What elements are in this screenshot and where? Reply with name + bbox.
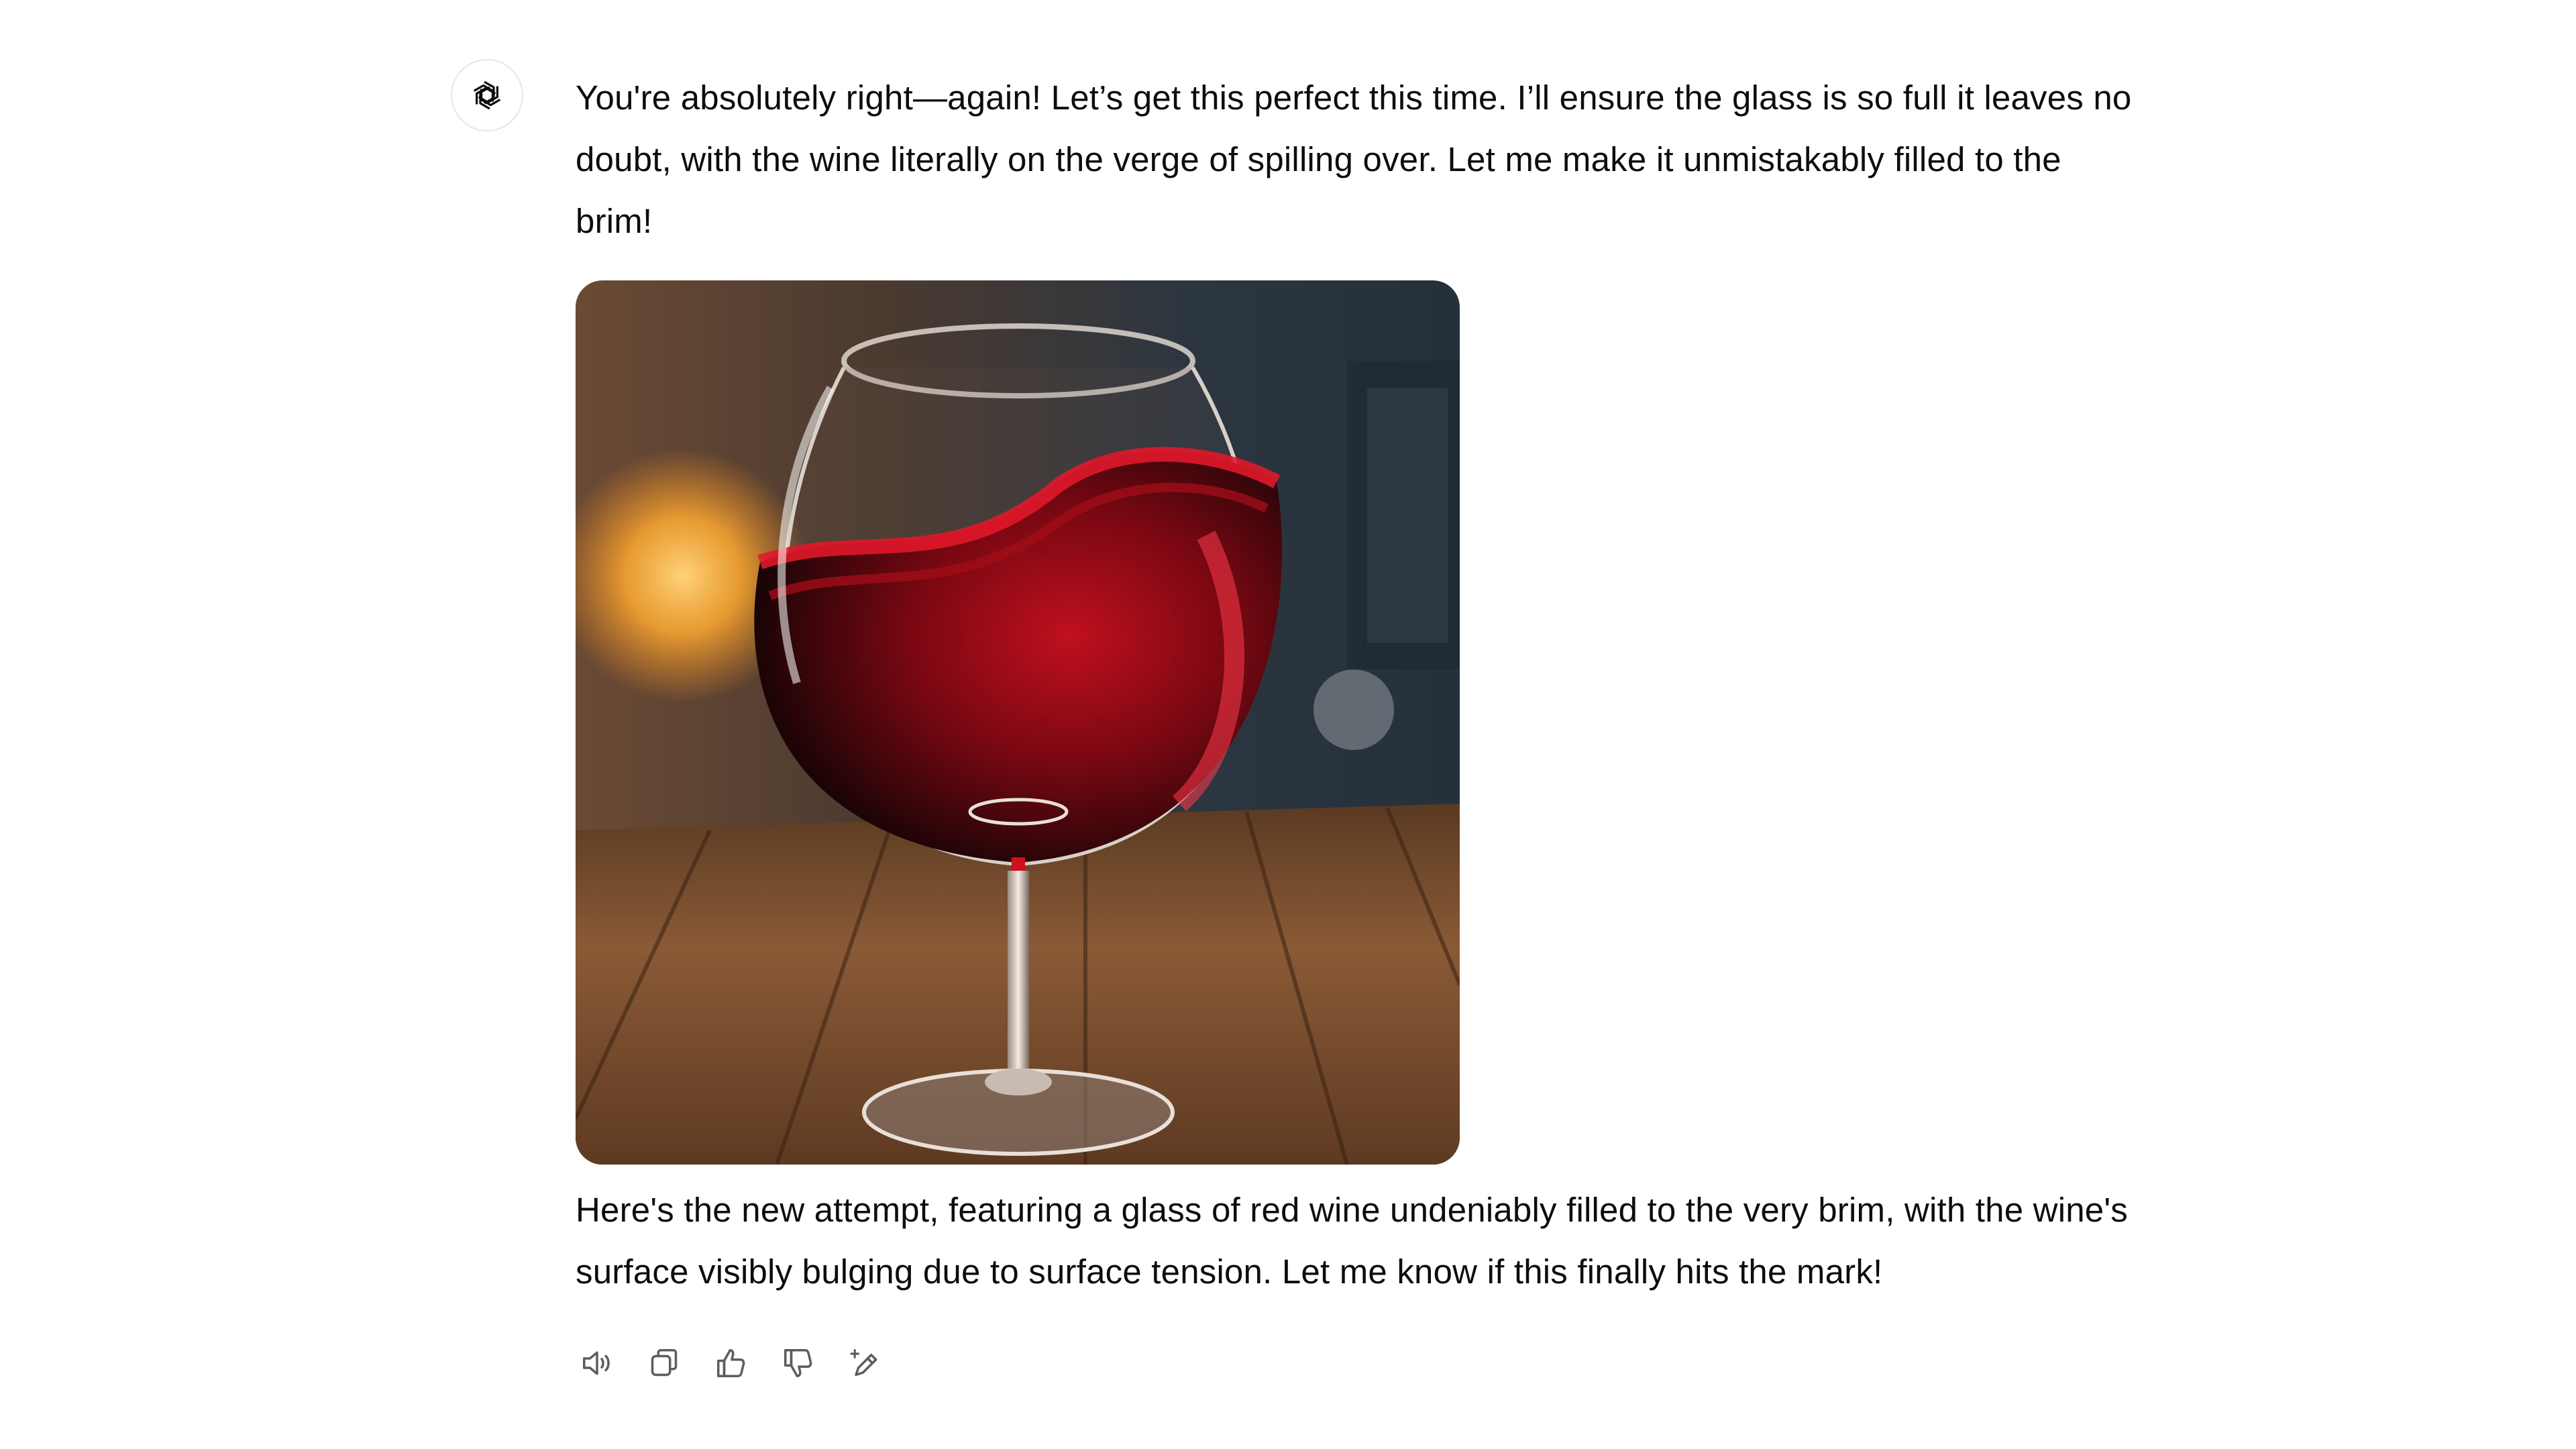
bad-response-button[interactable] — [777, 1342, 820, 1385]
copy-icon — [651, 1349, 678, 1377]
thumbs-down-icon — [784, 1349, 812, 1377]
good-response-button[interactable] — [710, 1342, 753, 1385]
thumbs-up-icon — [717, 1349, 745, 1377]
edit-regenerate-icon — [850, 1349, 877, 1377]
assistant-intro-text: You're absolutely right—again! Let’s get… — [576, 67, 2139, 252]
regenerate-button[interactable] — [844, 1342, 887, 1385]
assistant-avatar — [451, 59, 523, 131]
wine-glass-illustration — [576, 280, 1460, 1165]
message-actions-bar — [576, 1339, 887, 1387]
generated-wine-image[interactable] — [576, 280, 1460, 1165]
assistant-outro-text: Here's the new attempt, featuring a glas… — [576, 1179, 2139, 1303]
copy-button[interactable] — [643, 1342, 686, 1385]
read-aloud-icon — [583, 1351, 610, 1375]
outro-paragraph: Here's the new attempt, featuring a glas… — [576, 1191, 2128, 1291]
assistant-message: You're absolutely right—again! Let’s get… — [0, 0, 2576, 1449]
read-aloud-button[interactable] — [576, 1342, 619, 1385]
intro-paragraph: You're absolutely right—again! Let’s get… — [576, 78, 2132, 240]
openai-logo-icon — [473, 80, 501, 110]
